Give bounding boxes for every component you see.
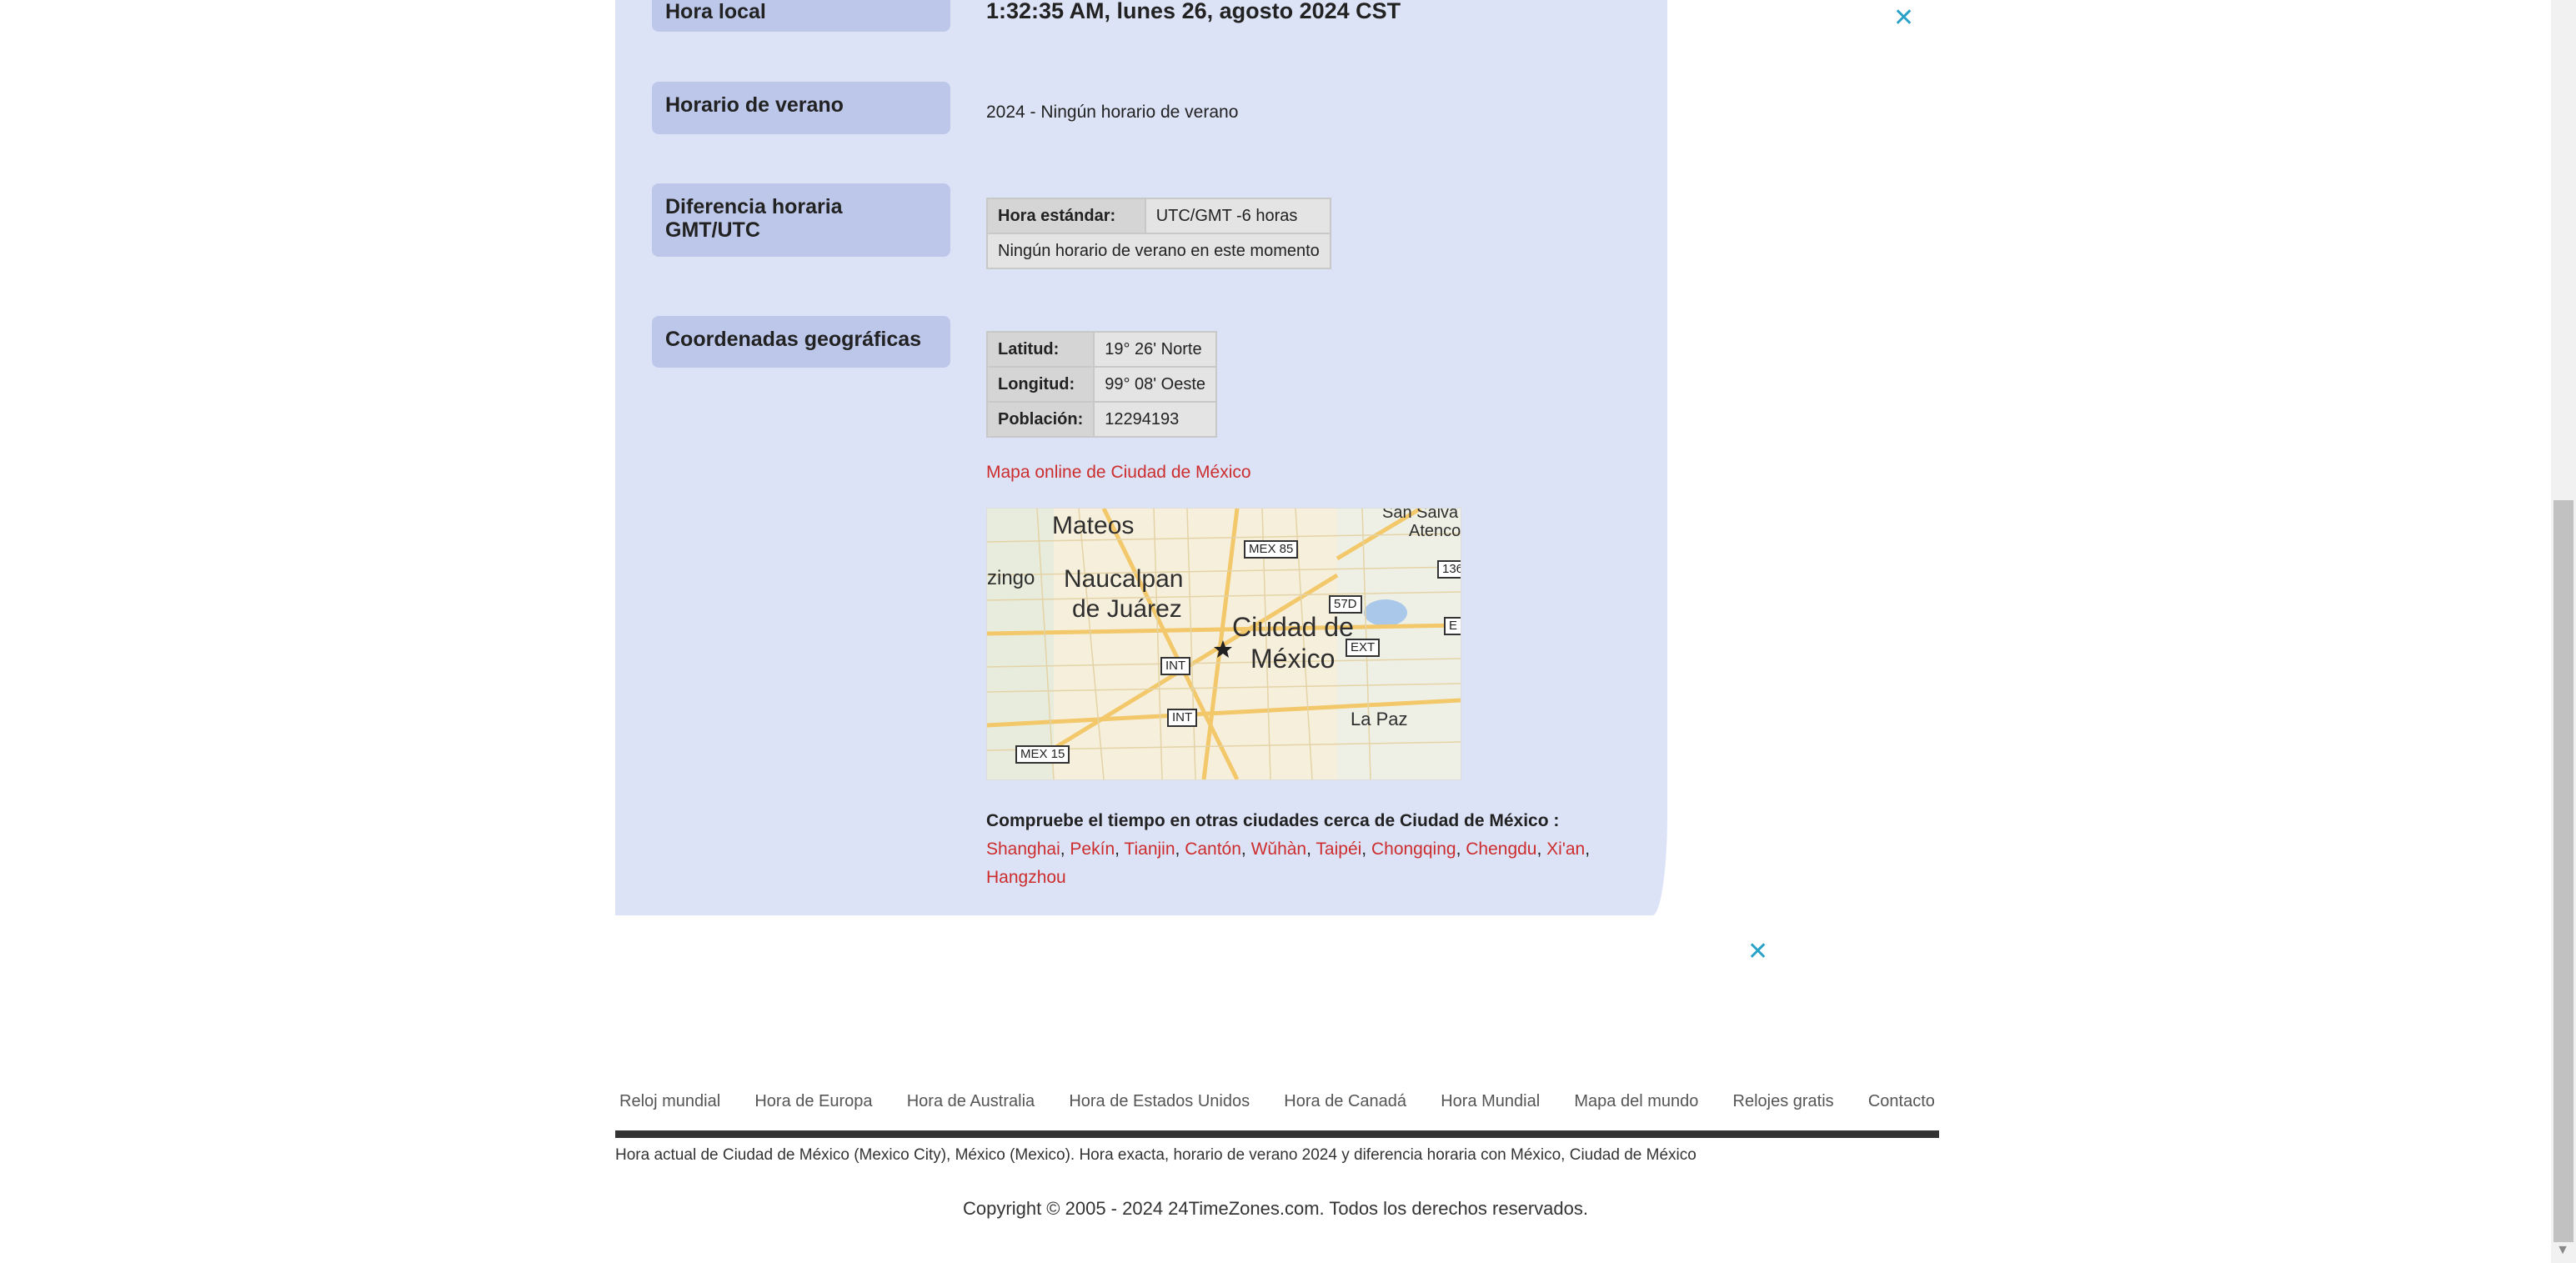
city-link[interactable]: Chongqing <box>1371 839 1456 859</box>
footer-link-free-clocks[interactable]: Relojes gratis <box>1729 1092 1838 1130</box>
ad-close-icon[interactable]: ✕ <box>1893 6 1914 31</box>
copyright: Copyright © 2005 - 2024 24TimeZones.com.… <box>963 1198 1588 1219</box>
dst-label: Horario de verano <box>652 82 950 134</box>
city-link[interactable]: Chengdu <box>1466 839 1536 859</box>
dst-note: Ningún horario de verano en este momento <box>986 233 1331 269</box>
map-shield-136: 136 <box>1437 560 1461 579</box>
map-label-sansalva: San Salva <box>1382 508 1459 522</box>
map-shield-57d: 57D <box>1329 595 1362 614</box>
city-link[interactable]: Cantón <box>1185 839 1241 859</box>
map-label-zingo: zingo <box>987 567 1035 589</box>
footer-link-australia[interactable]: Hora de Australia <box>903 1092 1039 1130</box>
longitude-value: 99° 08' Oeste <box>1093 366 1218 403</box>
city-link[interactable]: Xi'an <box>1546 839 1585 859</box>
footer-link-usa[interactable]: Hora de Estados Unidos <box>1065 1092 1254 1130</box>
footer-nav: Reloj mundial Hora de Europa Hora de Aus… <box>615 1092 1939 1138</box>
standard-time-value: UTC/GMT -6 horas <box>1144 198 1331 234</box>
map-label-mateos: Mateos <box>1052 512 1135 539</box>
nearby-heading: Compruebe el tiempo en otras ciudades ce… <box>986 807 1620 835</box>
footer-description: Hora actual de Ciudad de México (Mexico … <box>615 1146 1696 1164</box>
footer-link-contact[interactable]: Contacto <box>1864 1092 1939 1130</box>
nearby-city: Ciudad de México <box>1400 811 1549 830</box>
map-label-ciudad: Ciudad de <box>1232 612 1354 642</box>
nearby-prefix: Compruebe el tiempo en otras ciudades ce… <box>986 811 1396 830</box>
page-scrollbar[interactable]: ▼ <box>2551 0 2576 1263</box>
map-label-juarez: de Juárez <box>1072 595 1182 623</box>
map-shield-mex15: MEX 15 <box>1015 745 1070 764</box>
standard-time-key: Hora estándar: <box>986 198 1146 234</box>
latitude-key: Latitud: <box>985 331 1095 368</box>
city-link[interactable]: Tianjin <box>1124 839 1175 859</box>
city-link[interactable]: Shanghai <box>986 839 1060 859</box>
footer-link-europe[interactable]: Hora de Europa <box>750 1092 876 1130</box>
map-shield-ext: EXT <box>1346 639 1381 657</box>
footer-link-canada[interactable]: Hora de Canadá <box>1280 1092 1411 1130</box>
online-map-link[interactable]: Mapa online de Ciudad de México <box>986 463 1251 483</box>
local-time-value: 1:32:35 AM, lunes 26, agosto 2024 CST <box>986 0 1401 23</box>
map-shield-int-1: INT <box>1160 657 1191 675</box>
scroll-down-icon[interactable]: ▼ <box>2556 1243 2569 1258</box>
map-shield-int-2: INT <box>1167 709 1198 727</box>
latitude-value: 19° 26' Norte <box>1093 331 1218 368</box>
city-link[interactable]: Wǔhàn <box>1251 839 1307 859</box>
city-link[interactable]: Pekín <box>1070 839 1115 859</box>
map-streets <box>987 509 1461 779</box>
city-link[interactable]: Taipéi <box>1316 839 1361 859</box>
footer-link-world-map[interactable]: Mapa del mundo <box>1570 1092 1702 1130</box>
gmt-offset-table: Hora estándar: UTC/GMT -6 horas Ningún h… <box>986 198 1331 269</box>
map-label-naucalpan: Naucalpan <box>1064 565 1184 593</box>
map-label-mexico: México <box>1250 644 1336 674</box>
dst-value: 2024 - Ningún horario de verano <box>986 103 1239 122</box>
city-map[interactable]: Mateos zingo Naucalpan de Juárez Ciudad … <box>986 508 1461 780</box>
gmt-offset-label: Diferencia horaria GMT/UTC <box>652 183 950 257</box>
geo-table: Latitud: 19° 26' Norte Longitud: 99° 08'… <box>985 331 1218 438</box>
local-time-label: Hora local <box>652 0 950 32</box>
footer-link-world-time[interactable]: Hora Mundial <box>1436 1092 1544 1130</box>
footer-link-world-clock[interactable]: Reloj mundial <box>615 1092 724 1130</box>
geo-label: Coordenadas geográficas <box>652 316 950 368</box>
longitude-key: Longitud: <box>985 366 1095 403</box>
population-key: Población: <box>985 401 1095 438</box>
map-shield-e: E <box>1444 617 1461 635</box>
nearby-suffix: : <box>1553 811 1560 830</box>
map-label-lapaz: La Paz <box>1351 709 1408 729</box>
map-label-atenco: Atenco <box>1409 522 1461 540</box>
map-shield-mex85: MEX 85 <box>1244 540 1299 559</box>
nearby-cities: Compruebe el tiempo en otras ciudades ce… <box>986 807 1620 892</box>
population-value: 12294193 <box>1093 401 1218 438</box>
ad-close-icon[interactable]: ✕ <box>1747 940 1768 965</box>
scrollbar-thumb[interactable] <box>2553 500 2573 1242</box>
city-link[interactable]: Hangzhou <box>986 868 1066 887</box>
nearby-city-links: Shanghai, Pekín, Tianjin, Cantón, Wǔhàn,… <box>986 839 1591 887</box>
